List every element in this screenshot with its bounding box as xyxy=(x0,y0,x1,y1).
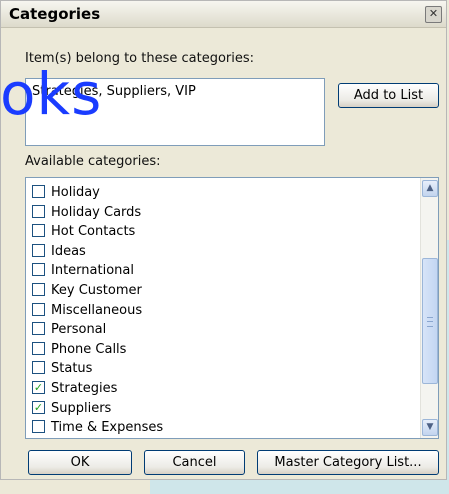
category-label: Suppliers xyxy=(51,400,112,416)
category-label: Strategies xyxy=(51,381,118,396)
vertical-scrollbar[interactable]: ▲ ▼ xyxy=(420,178,438,438)
checkbox[interactable] xyxy=(32,204,45,218)
category-label: Miscellaneous xyxy=(51,302,143,318)
checkbox[interactable] xyxy=(32,283,45,296)
checkbox[interactable] xyxy=(32,263,45,277)
category-label: Ideas xyxy=(51,243,86,259)
grip-icon xyxy=(427,317,433,327)
category-item[interactable]: Time & Expenses xyxy=(32,418,163,437)
checkbox[interactable] xyxy=(32,361,45,375)
category-label: Status xyxy=(51,361,93,377)
category-item[interactable]: ✓ Strategies xyxy=(32,379,117,398)
category-label: Key Customer xyxy=(51,283,142,298)
assigned-categories-value: Strategies, Suppliers, VIP xyxy=(32,84,196,99)
category-item[interactable]: Personal xyxy=(32,320,106,339)
scroll-up-icon[interactable]: ▲ xyxy=(422,180,438,197)
category-item[interactable]: Hot Contacts xyxy=(32,222,135,241)
category-label: Time & Expenses xyxy=(51,420,164,436)
dialog-title: Categories xyxy=(9,5,101,23)
assigned-categories-field[interactable]: Strategies, Suppliers, VIP xyxy=(25,78,325,146)
category-item[interactable]: Status xyxy=(32,359,92,378)
scroll-down-icon[interactable]: ▼ xyxy=(422,419,438,436)
checkbox[interactable] xyxy=(32,420,45,434)
dialog-titlebar: Categories ✕ xyxy=(1,1,446,28)
category-item[interactable]: Key Customer xyxy=(32,281,142,300)
checkbox[interactable] xyxy=(32,243,45,257)
checkbox[interactable] xyxy=(32,302,45,316)
category-list-items: Holiday Holiday Cards Hot Contacts Ideas Int… xyxy=(26,178,420,438)
checkbox[interactable] xyxy=(32,322,45,336)
category-item[interactable]: Holiday xyxy=(32,183,100,202)
category-label: International xyxy=(51,263,134,279)
checked-checkbox[interactable]: ✓ xyxy=(32,400,45,414)
available-label: Available categories: xyxy=(25,154,161,169)
categories-dialog: Categories ✕ Item(s) belong to these cat… xyxy=(0,0,447,480)
category-item[interactable]: ✓ Suppliers xyxy=(32,399,111,418)
category-item[interactable]: Ideas xyxy=(32,242,86,261)
close-icon[interactable]: ✕ xyxy=(425,6,442,23)
checkbox[interactable] xyxy=(32,185,45,198)
scroll-thumb[interactable] xyxy=(422,258,438,384)
category-item[interactable]: International xyxy=(32,261,134,280)
category-label: Hot Contacts xyxy=(51,224,136,240)
add-to-list-button[interactable]: Add to List xyxy=(338,83,439,108)
category-item[interactable]: Phone Calls xyxy=(32,340,126,359)
category-label: Phone Calls xyxy=(51,341,127,357)
category-item[interactable]: Miscellaneous xyxy=(32,301,142,320)
checkbox[interactable] xyxy=(32,224,45,238)
category-label: Holiday xyxy=(51,185,100,200)
cancel-button[interactable]: Cancel xyxy=(144,450,245,475)
category-label: Personal xyxy=(51,322,107,338)
available-categories-list[interactable]: Holiday Holiday Cards Hot Contacts Ideas Int… xyxy=(25,177,439,439)
category-label: Holiday Cards xyxy=(51,204,142,220)
assigned-label: Item(s) belong to these categories: xyxy=(25,51,255,66)
checked-checkbox[interactable]: ✓ xyxy=(32,381,45,394)
category-item[interactable]: Holiday Cards xyxy=(32,203,141,222)
ok-button[interactable]: OK xyxy=(28,450,132,475)
master-category-list-button[interactable]: Master Category List... xyxy=(257,450,439,475)
checkbox[interactable] xyxy=(32,341,45,355)
